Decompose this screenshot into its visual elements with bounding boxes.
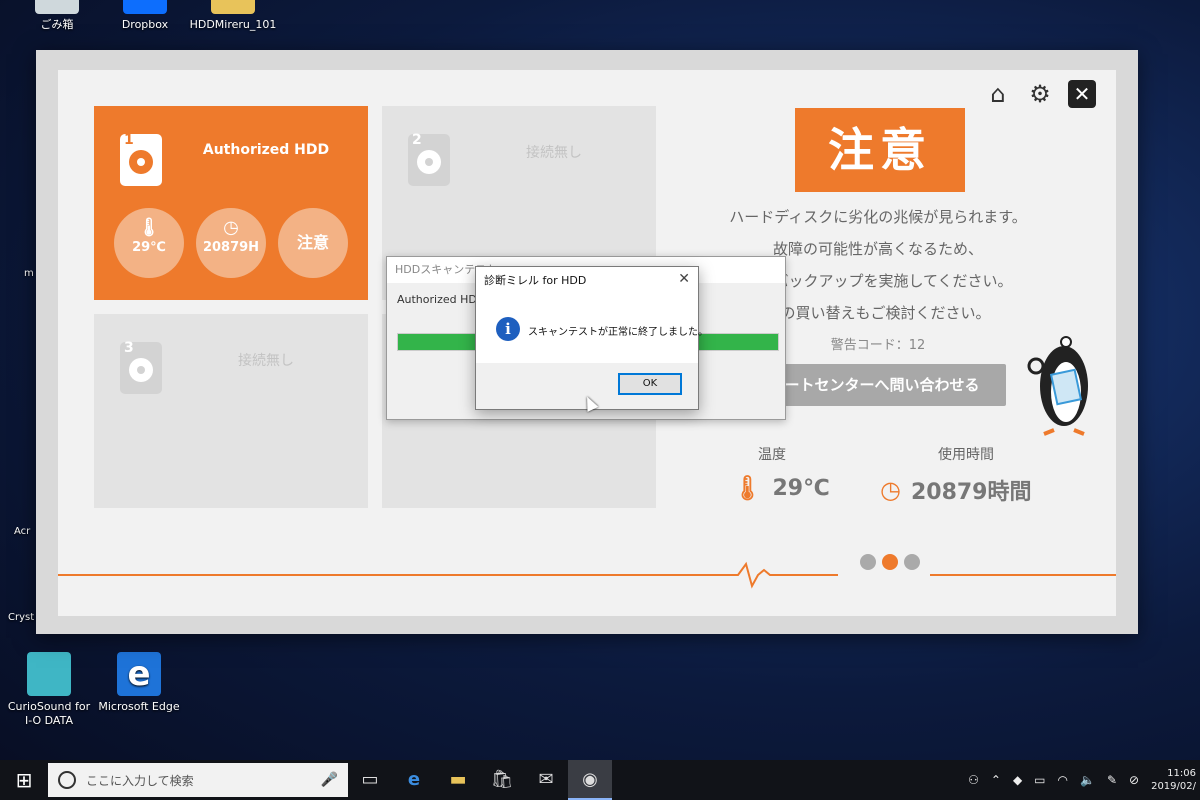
clock-date: 2019/02/ [1151,781,1196,792]
temperature-label: 温度 [758,447,786,463]
desktop-icon-label: HDDMireru_101 [189,18,277,31]
page-dot[interactable] [860,554,876,570]
temperature-badge: 🌡 29℃ [114,208,184,278]
dropbox-tray-icon[interactable]: ◆ [1013,773,1022,787]
slot-number: 2 [412,132,422,148]
desktop-icon-label-clipped: Acr [14,526,31,537]
slot-title: 接続無し [526,145,582,161]
home-icon[interactable]: ⌂ [984,80,1012,108]
thermometer-icon: 🌡 [732,474,763,502]
temperature-readout: 🌡 29℃ [732,474,830,502]
recycle-bin-icon [35,0,79,14]
people-icon[interactable]: ⚇ [968,773,979,787]
notification-icon[interactable]: ⊘ [1129,773,1139,787]
warning-message-line: ハードディスクに劣化の兆候が見られます。 [729,208,1027,226]
gear-icon[interactable]: ⚙ [1026,80,1054,108]
search-placeholder: ここに入力して検索 [86,773,194,788]
microphone-icon[interactable]: 🎤 [321,772,338,788]
clock-time: 11:06 [1167,768,1196,779]
warning-title: 注意 [795,108,965,192]
page-dot-active[interactable] [882,554,898,570]
desktop-icon-label: CurioSound for I-O DATA [7,700,91,727]
pen-icon[interactable]: ✎ [1107,773,1117,787]
desktop-icon-dropbox[interactable]: Dropbox [100,0,190,32]
edge-icon: e [117,652,161,696]
slot-title: 接続無し [238,353,294,369]
status-value: 注意 [296,233,329,252]
penguin-mascot-icon [1027,336,1088,436]
slot-number: 1 [124,132,134,148]
desktop-icon-label: Dropbox [121,18,169,31]
folder-icon [211,0,255,14]
hdd-icon: 1 [120,132,162,186]
desktop-icon-recycle-bin[interactable]: ごみ箱 [12,0,102,32]
desktop-icon-hddmireru[interactable]: HDDMireru_101 [188,0,278,32]
message-box-text: スキャンテストが正常に終了しました。 [528,327,708,338]
windows-start-icon[interactable]: ⊞ [0,768,48,792]
hdd-slot-3[interactable]: 3 接続無し [94,314,368,508]
ok-button[interactable]: OK [618,373,682,395]
store-icon[interactable]: 🛍 [480,760,524,800]
hdd-icon: 3 [120,340,162,394]
hdd-mireru-taskbar-icon[interactable]: ◉ [568,760,612,800]
desktop-icon-curiosound[interactable]: CurioSound for I-O DATA [4,652,94,728]
desktop-icon-edge[interactable]: e Microsoft Edge [94,652,184,714]
file-explorer-icon[interactable]: ▬ [436,760,480,800]
system-tray: ⚇ ⌃ ◆ ▭ ◠ 🔈 ✎ ⊘ 11:06 2019/02/ [968,760,1200,800]
hours-badge: ◷ 20879H [196,208,266,278]
contact-support-button[interactable]: ートセンターへ問い合わせる [758,364,1006,406]
taskbar: ⊞ ここに入力して検索 🎤 ▭ e ▬ 🛍 ✉ ◉ ⚇ ⌃ ◆ ▭ ◠ 🔈 ✎ … [0,760,1200,800]
temperature-value: 29℃ [772,475,830,501]
warning-code: 警告コード：12 [830,338,926,353]
desktop-icon-label-clipped: m [24,268,34,279]
hdd-slot-1[interactable]: 1 Authorized HDD 🌡 29℃ ◷ 20879H 注意 [94,106,368,300]
top-toolbar: ⌂ ⚙ ✕ [984,80,1096,108]
hdd-icon: 2 [408,132,450,186]
slot-title: Authorized HDD [202,142,330,158]
clock-icon: ◷ [223,217,239,238]
clock[interactable]: 11:06 2019/02/ [1151,767,1196,793]
chevron-up-icon[interactable]: ⌃ [991,773,1001,787]
wifi-icon[interactable]: ◠ [1058,773,1068,787]
temperature-value: 29℃ [132,240,166,255]
close-icon[interactable]: ✕ [1068,80,1096,108]
task-view-icon[interactable]: ▭ [348,760,392,800]
cortana-icon [58,771,76,789]
battery-icon[interactable]: ▭ [1034,773,1045,787]
page-indicator [860,554,920,570]
edge-taskbar-icon[interactable]: e [392,760,436,800]
close-icon[interactable]: ✕ [678,271,690,287]
page-dot[interactable] [904,554,920,570]
curiosound-icon [27,652,71,696]
heartbeat-line [58,561,1116,589]
desktop-icon-label: ごみ箱 [40,18,74,31]
usage-time-label: 使用時間 [938,447,994,463]
desktop-icon-label-clipped: Cryst [8,612,35,623]
status-badge: 注意 [278,208,348,278]
info-icon: i [496,317,520,341]
usage-time-value: 20879時間 [910,480,1032,505]
hours-value: 20879H [202,240,260,255]
usage-time-readout: ◷ 20879時間 [880,474,1032,506]
taskbar-search-box[interactable]: ここに入力して検索 🎤 [48,763,348,797]
thermometer-icon: 🌡 [137,217,161,238]
clock-icon: ◷ [880,476,901,504]
desktop-icon-label: Microsoft Edge [98,700,180,713]
message-box: 診断ミレル for HDD ✕ i スキャンテストが正常に終了しました。 OK [475,266,708,410]
message-box-title: 診断ミレル for HDD [484,274,587,287]
slot-number: 3 [124,340,134,356]
volume-icon[interactable]: 🔈 [1080,773,1095,787]
mail-icon[interactable]: ✉ [524,760,568,800]
dropbox-icon [123,0,167,14]
